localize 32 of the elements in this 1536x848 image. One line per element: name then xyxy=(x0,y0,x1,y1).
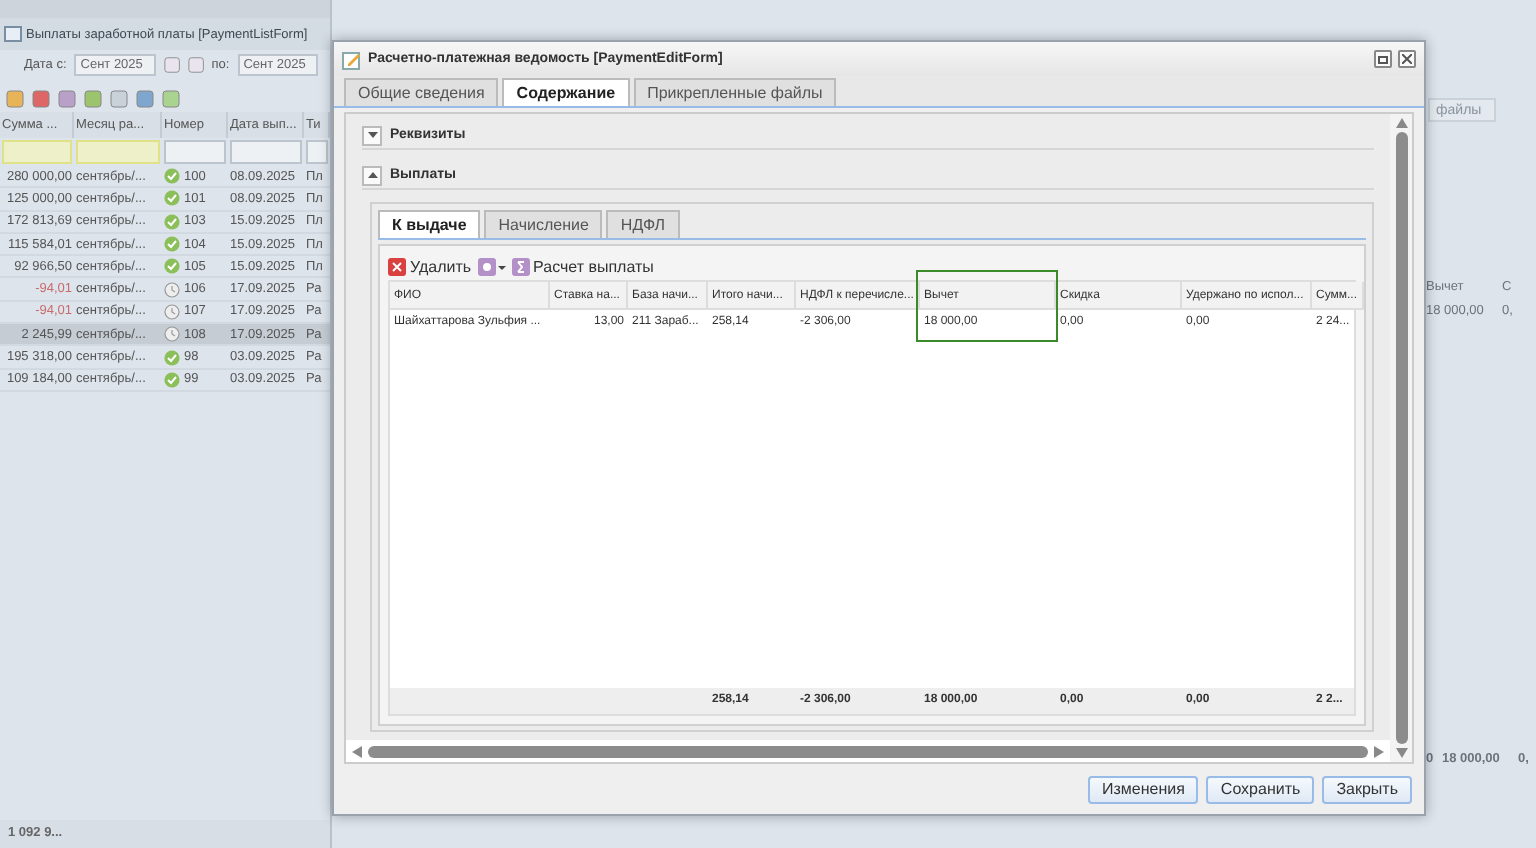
collapse-icon xyxy=(367,172,377,178)
calc-button[interactable]: Расчет выплаты xyxy=(511,258,654,276)
toggle-button[interactable] xyxy=(362,165,382,185)
tab[interactable]: Прикрепленные файлы xyxy=(633,78,837,106)
dialog-button[interactable]: Закрыть xyxy=(1322,775,1412,803)
tab[interactable]: Начисление xyxy=(484,210,603,238)
right-arrow-icon[interactable] xyxy=(1374,745,1384,757)
dialog-button[interactable]: Изменения xyxy=(1087,775,1199,803)
tab[interactable]: К выдаче xyxy=(378,210,481,238)
tab[interactable]: Общие сведения xyxy=(344,78,499,106)
filter-field[interactable] xyxy=(230,140,302,164)
down-arrow-icon[interactable] xyxy=(1395,748,1407,758)
left-arrow-icon[interactable] xyxy=(352,745,362,757)
tab[interactable]: НДФЛ xyxy=(606,210,680,238)
window-icon xyxy=(4,26,22,42)
filter-field[interactable] xyxy=(76,140,160,164)
pencil-icon xyxy=(342,49,362,69)
close-button[interactable] xyxy=(1398,50,1416,68)
up-arrow-icon[interactable] xyxy=(1395,118,1407,128)
tab[interactable]: Содержание xyxy=(502,78,630,106)
vertical-scrollbar[interactable] xyxy=(1390,114,1412,762)
dialog-button[interactable]: Сохранить xyxy=(1206,775,1315,803)
filter-field[interactable] xyxy=(164,140,226,164)
delete-button[interactable]: Удалить xyxy=(388,258,472,276)
maximize-button[interactable] xyxy=(1374,50,1392,68)
filter-field[interactable] xyxy=(2,140,72,164)
gear-dropdown-button[interactable] xyxy=(477,258,506,276)
calculator-icon xyxy=(511,258,530,276)
filter-field[interactable] xyxy=(306,140,328,164)
toggle-button[interactable] xyxy=(362,125,382,145)
horizontal-scrollbar[interactable] xyxy=(346,740,1390,762)
expand-icon xyxy=(367,132,377,138)
